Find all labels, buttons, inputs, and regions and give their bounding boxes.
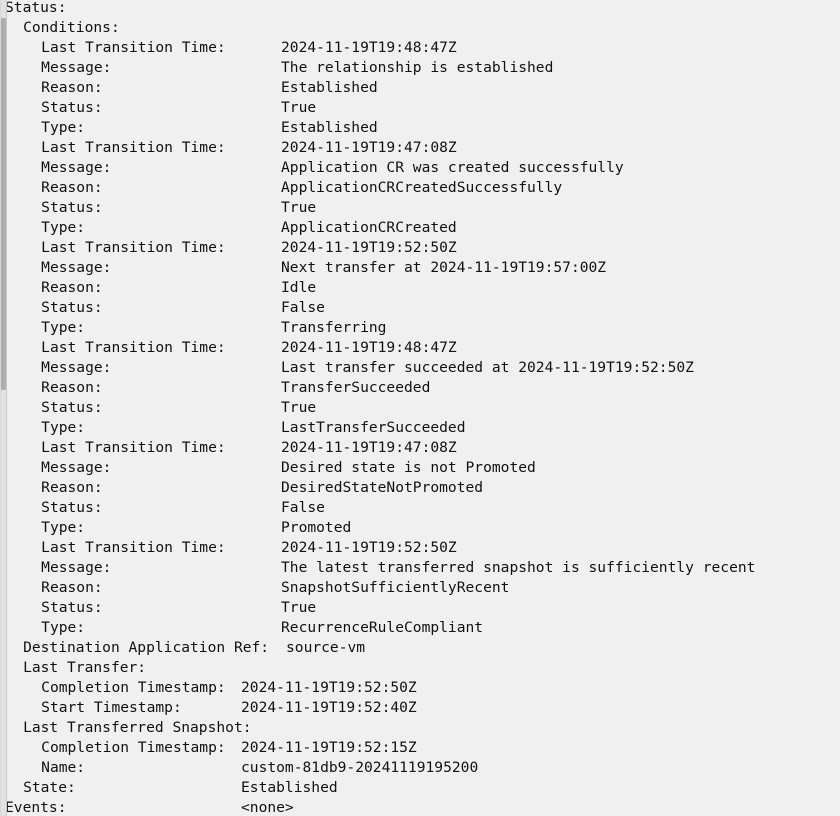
output-value: 2024-11-19T19:52:40Z xyxy=(241,699,417,716)
output-value: 2024-11-19T19:48:47Z xyxy=(281,339,457,356)
output-key: Name: xyxy=(41,759,86,776)
output-key: Reason: xyxy=(41,579,103,596)
output-key: Message: xyxy=(41,59,112,76)
output-key: Type: xyxy=(41,619,86,636)
output-value: The relationship is established xyxy=(281,59,554,76)
output-key: Status: xyxy=(41,599,103,616)
output-value: DesiredStateNotPromoted xyxy=(281,479,484,496)
output-value: True xyxy=(281,199,317,216)
output-value: The latest transferred snapshot is suffi… xyxy=(281,559,756,576)
output-value: ApplicationCRCreatedSuccessfully xyxy=(281,179,563,196)
output-value: 2024-11-19T19:47:08Z xyxy=(281,439,457,456)
output-value: Last transfer succeeded at 2024-11-19T19… xyxy=(281,359,694,376)
vertical-scrollbar[interactable] xyxy=(0,0,7,816)
output-value: 2024-11-19T19:52:50Z xyxy=(281,539,457,556)
output-key: Reason: xyxy=(41,179,103,196)
output-value: SnapshotSufficientlyRecent xyxy=(281,579,510,596)
output-value: Established xyxy=(281,119,378,136)
output-value: LastTransferSucceeded xyxy=(281,419,466,436)
output-key: Status: xyxy=(5,0,67,16)
output-key: Last Transition Time: xyxy=(41,439,226,456)
output-key: Status: xyxy=(41,499,103,516)
output-key: Status: xyxy=(41,99,103,116)
output-key: Completion Timestamp: xyxy=(41,739,226,756)
terminal-window: Status: Conditions: Last Transition Time: 2… xyxy=(0,0,840,816)
output-key: Last Transition Time: xyxy=(41,339,226,356)
output-value: custom-81db9-20241119195200 xyxy=(241,759,479,776)
output-key: Last Transition Time: xyxy=(41,239,226,256)
output-key: Last Transfer: xyxy=(23,659,147,676)
output-key: Message: xyxy=(41,159,112,176)
output-value: False xyxy=(281,299,325,316)
output-value: 2024-11-19T19:52:15Z xyxy=(241,739,417,756)
output-value: <none> xyxy=(241,799,294,816)
output-key: Status: xyxy=(41,199,103,216)
output-key: Status: xyxy=(41,399,103,416)
output-key: Reason: xyxy=(41,479,103,496)
output-key: Type: xyxy=(41,419,86,436)
output-value: Established xyxy=(241,779,338,796)
output-key: Last Transition Time: xyxy=(41,139,226,156)
output-value: True xyxy=(281,599,317,616)
output-value: Application CR was created successfully xyxy=(281,159,624,176)
output-key: Status: xyxy=(41,299,103,316)
output-key: Message: xyxy=(41,459,112,476)
output-key: Type: xyxy=(41,319,86,336)
output-value: Established xyxy=(281,79,378,96)
output-value: 2024-11-19T19:52:50Z xyxy=(241,679,417,696)
output-key: Completion Timestamp: xyxy=(41,679,226,696)
output-key: Start Timestamp: xyxy=(41,699,182,716)
output-key: Last Transition Time: xyxy=(41,539,226,556)
output-key: Message: xyxy=(41,259,112,276)
output-value: 2024-11-19T19:52:50Z xyxy=(281,239,457,256)
output-value: Promoted xyxy=(281,519,352,536)
output-key: Last Transferred Snapshot: xyxy=(23,719,252,736)
output-key: Message: xyxy=(41,359,112,376)
output-key: State: xyxy=(23,779,76,796)
output-value: Next transfer at 2024-11-19T19:57:00Z xyxy=(281,259,607,276)
output-value: 2024-11-19T19:48:47Z xyxy=(281,39,457,56)
output-value: True xyxy=(281,99,317,116)
output-value: 2024-11-19T19:47:08Z xyxy=(281,139,457,156)
output-value: ApplicationCRCreated xyxy=(281,219,457,236)
output-key: Reason: xyxy=(41,379,103,396)
console-output: Status: Conditions: Last Transition Time: 2… xyxy=(0,0,840,816)
output-value: RecurrenceRuleCompliant xyxy=(281,619,484,636)
scrollbar-thumb[interactable] xyxy=(1,18,6,390)
output-key: Reason: xyxy=(41,79,103,96)
scrollbar-track-top[interactable] xyxy=(1,0,6,18)
output-value: Desired state is not Promoted xyxy=(281,459,536,476)
output-value: True xyxy=(281,399,317,416)
output-key: Type: xyxy=(41,519,86,536)
output-key: Conditions: xyxy=(23,19,120,36)
scrollbar-track-bottom[interactable] xyxy=(1,390,6,816)
output-value: Transferring xyxy=(281,319,387,336)
output-value: Idle xyxy=(281,279,317,296)
output-key: Type: xyxy=(41,119,86,136)
output-value: source-vm xyxy=(286,639,366,656)
output-key: Message: xyxy=(41,559,112,576)
output-key: Events: xyxy=(5,799,67,816)
output-value: TransferSucceeded xyxy=(281,379,431,396)
output-key: Last Transition Time: xyxy=(41,39,226,56)
output-key: Type: xyxy=(41,219,86,236)
output-key: Destination Application Ref: xyxy=(23,639,270,656)
output-value: False xyxy=(281,499,325,516)
output-key: Reason: xyxy=(41,279,103,296)
